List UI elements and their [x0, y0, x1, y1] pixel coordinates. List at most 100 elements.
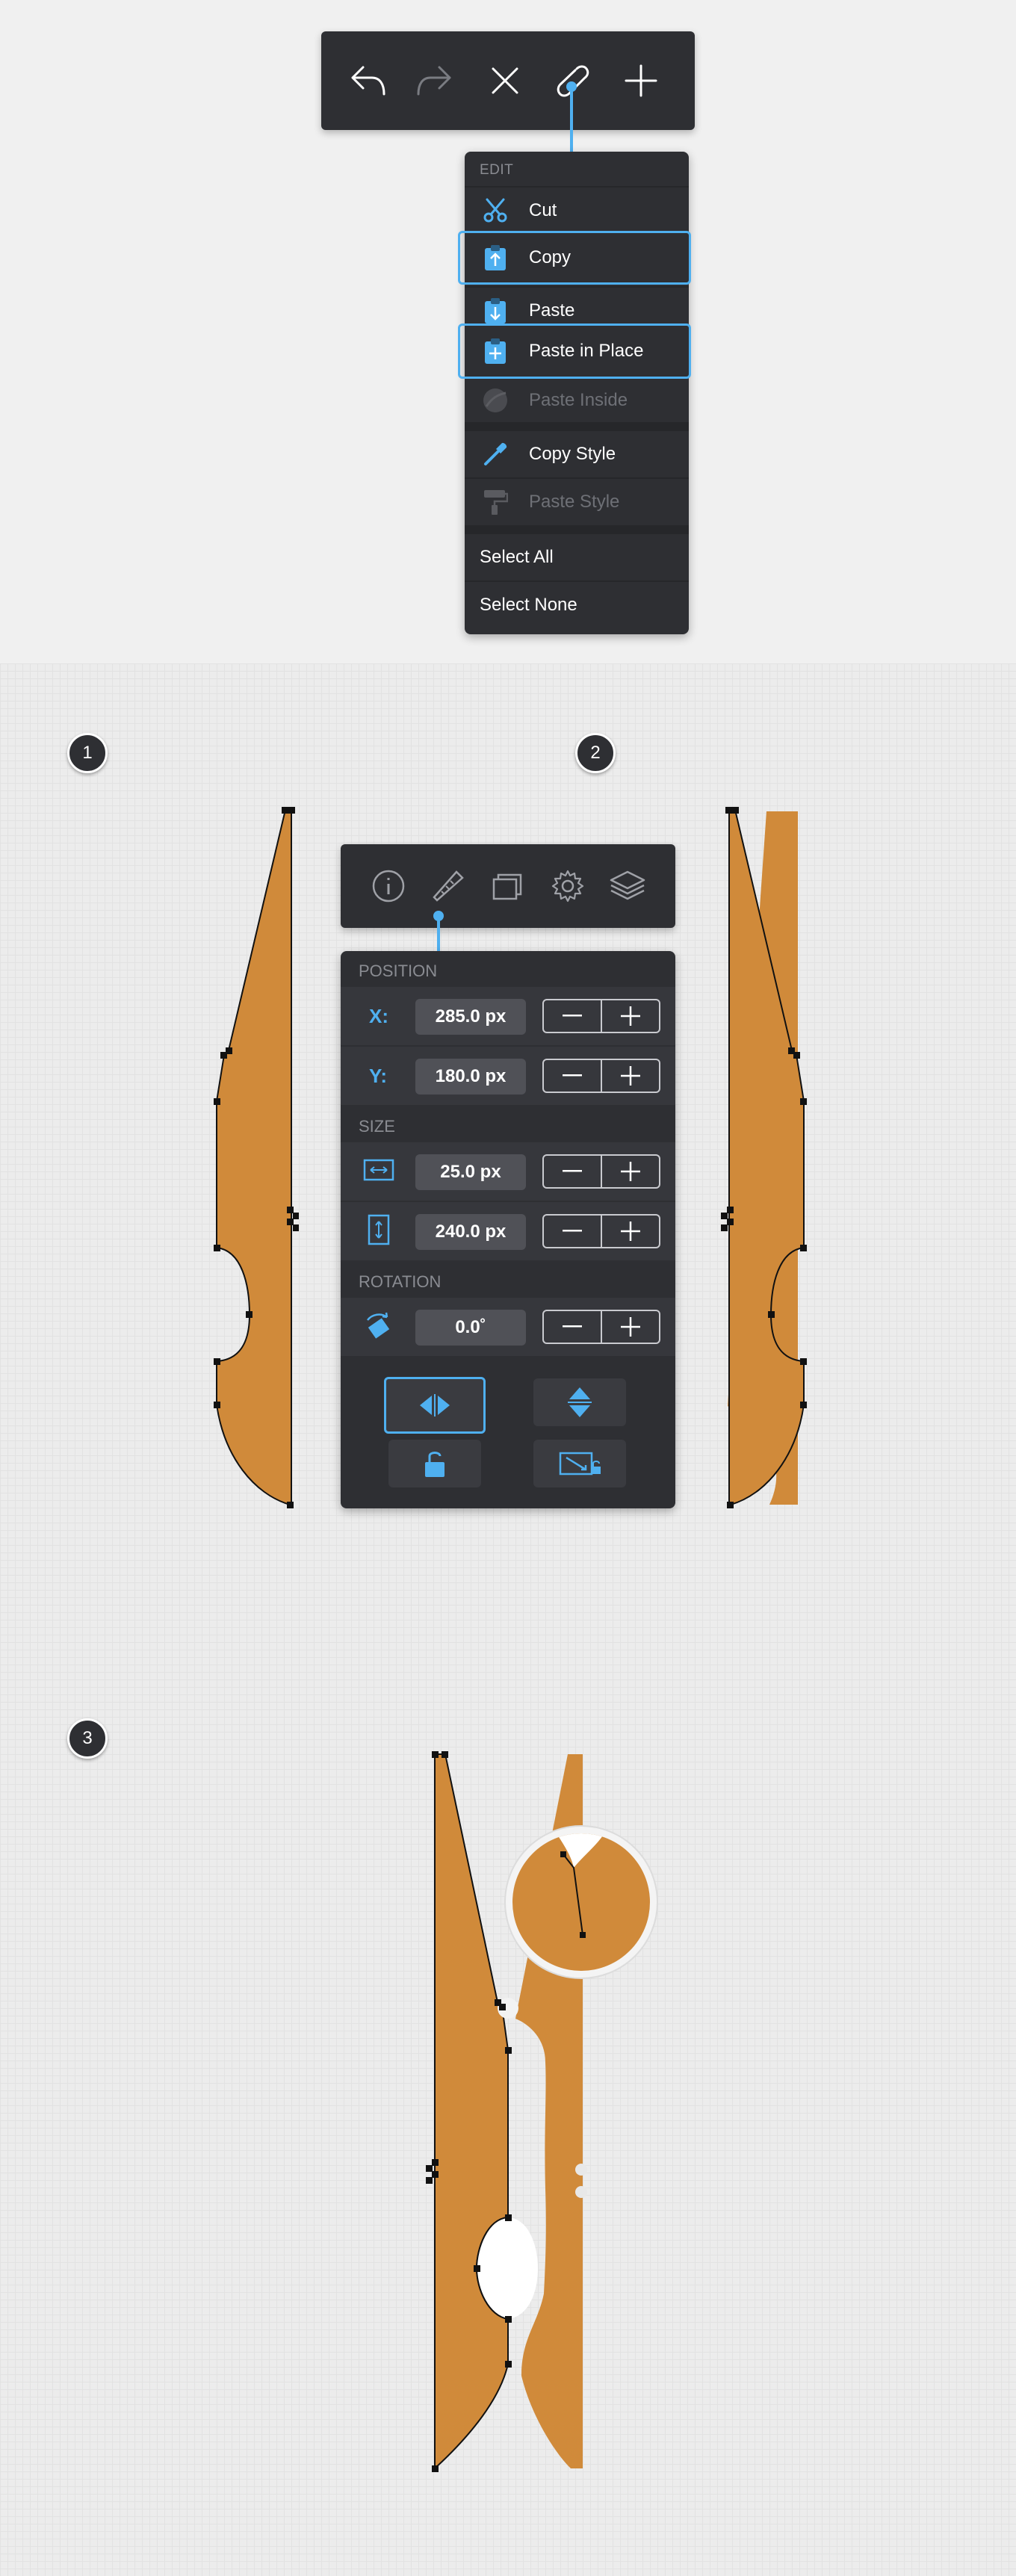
- tab-duplicate[interactable]: [481, 859, 535, 913]
- menu-item-label: Paste Style: [529, 492, 620, 512]
- inspector-panel: POSITION X: 285.0 px Y: 180.0 px SIZE 25…: [341, 951, 675, 1508]
- increment-button[interactable]: [602, 1060, 659, 1092]
- decrement-button[interactable]: [544, 1156, 602, 1187]
- rotation-field[interactable]: 0.0˚: [415, 1310, 526, 1346]
- menu-item-label: Select All: [480, 547, 554, 567]
- y-position-stepper: [542, 1059, 660, 1093]
- clothespin-half-flipped: [721, 807, 807, 1508]
- paste-inside-icon: [481, 386, 509, 415]
- menu-item-label: Select None: [480, 595, 577, 615]
- main-toolbar: [321, 31, 695, 130]
- undo-button[interactable]: [341, 54, 394, 108]
- x-label: X:: [369, 1005, 388, 1027]
- menu-item-label: Copy: [529, 247, 572, 267]
- scale-lock-button[interactable]: [533, 1440, 626, 1487]
- menu-item-paste-in-place[interactable]: Paste in Place: [458, 323, 691, 379]
- layers-icon: [610, 870, 645, 900]
- edit-menu: EDIT Cut Copy Paste Paste in Place Paste…: [458, 152, 691, 634]
- minus-icon: [563, 1170, 582, 1172]
- rotation-stepper: [542, 1310, 660, 1344]
- add-button[interactable]: [614, 54, 668, 108]
- y-position-field[interactable]: 180.0 px: [415, 1059, 526, 1095]
- decrement-button[interactable]: [544, 1000, 602, 1032]
- x-position-stepper: [542, 999, 660, 1033]
- increment-button[interactable]: [602, 1156, 659, 1187]
- height-icon: [366, 1214, 391, 1249]
- rotation-icon: [363, 1311, 393, 1345]
- menu-item-label: Paste in Place: [529, 341, 644, 361]
- plus-icon: [625, 64, 657, 97]
- height-row: 240.0 px: [341, 1202, 675, 1260]
- plus-icon: [621, 1162, 640, 1181]
- tab-geometry[interactable]: [421, 859, 475, 913]
- decrement-button[interactable]: [544, 1060, 602, 1092]
- menu-item-paste-style[interactable]: Paste Style: [465, 479, 689, 525]
- undo-icon: [351, 66, 385, 96]
- close-icon: [492, 67, 518, 94]
- flip-horizontal-button[interactable]: [384, 1377, 486, 1434]
- info-icon: [372, 870, 405, 902]
- tab-layers[interactable]: [601, 859, 654, 913]
- divider: [465, 422, 689, 431]
- lock-button[interactable]: [388, 1440, 481, 1487]
- duplicate-icon: [492, 873, 522, 900]
- decrement-button[interactable]: [544, 1311, 602, 1343]
- plus-icon: [621, 1006, 640, 1026]
- menu-item-label: Paste: [529, 300, 575, 321]
- width-stepper: [542, 1154, 660, 1189]
- redo-button[interactable]: [408, 54, 462, 108]
- clipboard-paste-in-place-icon: [481, 337, 509, 365]
- paint-roller-icon: [481, 488, 509, 516]
- position-section-label: POSITION: [359, 962, 438, 980]
- menu-connector: [566, 81, 577, 153]
- increment-button[interactable]: [602, 1216, 659, 1247]
- tab-settings[interactable]: [541, 859, 595, 913]
- width-icon: [363, 1157, 394, 1186]
- delete-button[interactable]: [478, 54, 532, 108]
- menu-item-paste-inside[interactable]: Paste Inside: [465, 377, 689, 424]
- clipboard-paste-icon: [481, 297, 509, 325]
- plus-icon: [621, 1317, 640, 1337]
- edit-menu-header: EDIT: [480, 162, 514, 178]
- menu-item-copy[interactable]: Copy: [458, 231, 691, 285]
- minus-icon: [563, 1015, 582, 1017]
- tab-info[interactable]: [362, 859, 415, 913]
- width-field[interactable]: 25.0 px: [415, 1154, 526, 1190]
- plus-icon: [621, 1066, 640, 1086]
- step-badge-2: 2: [575, 733, 616, 773]
- menu-item-label: Cut: [529, 200, 557, 220]
- height-field[interactable]: 240.0 px: [415, 1214, 526, 1250]
- redo-icon: [417, 66, 451, 96]
- flip-vertical-icon: [568, 1387, 592, 1417]
- plus-icon: [621, 1222, 640, 1241]
- divider: [465, 525, 689, 534]
- width-row: 25.0 px: [341, 1142, 675, 1201]
- eyedropper-icon: [481, 440, 509, 468]
- menu-item-select-all[interactable]: Select All: [465, 534, 689, 580]
- clothespin-half-left: [214, 807, 299, 1508]
- rotation-section-label: ROTATION: [359, 1272, 442, 1291]
- menu-item-cut[interactable]: Cut: [465, 188, 689, 234]
- menu-item-select-none[interactable]: Select None: [465, 582, 689, 628]
- minus-icon: [563, 1230, 582, 1232]
- settings-gear-icon: [551, 870, 584, 902]
- flip-vertical-button[interactable]: [533, 1378, 626, 1426]
- flip-horizontal-icon: [420, 1394, 450, 1417]
- step-badge-3: 3: [67, 1718, 108, 1759]
- unlock-icon: [425, 1452, 444, 1477]
- menu-item-copy-style[interactable]: Copy Style: [465, 431, 689, 477]
- decrement-button[interactable]: [544, 1216, 602, 1247]
- proportional-scale-icon: [559, 1452, 601, 1476]
- increment-button[interactable]: [602, 1311, 659, 1343]
- y-label: Y:: [369, 1065, 388, 1087]
- inspector-toolbar: [341, 844, 675, 928]
- size-section-label: SIZE: [359, 1117, 395, 1136]
- height-stepper: [542, 1214, 660, 1248]
- menu-item-label: Paste Inside: [529, 390, 628, 410]
- x-position-field[interactable]: 285.0 px: [415, 999, 526, 1035]
- zoom-magnifier: [504, 1825, 658, 1979]
- step-badge-1: 1: [67, 733, 108, 773]
- ruler-icon: [433, 870, 464, 902]
- increment-button[interactable]: [602, 1000, 659, 1032]
- minus-icon: [563, 1325, 582, 1328]
